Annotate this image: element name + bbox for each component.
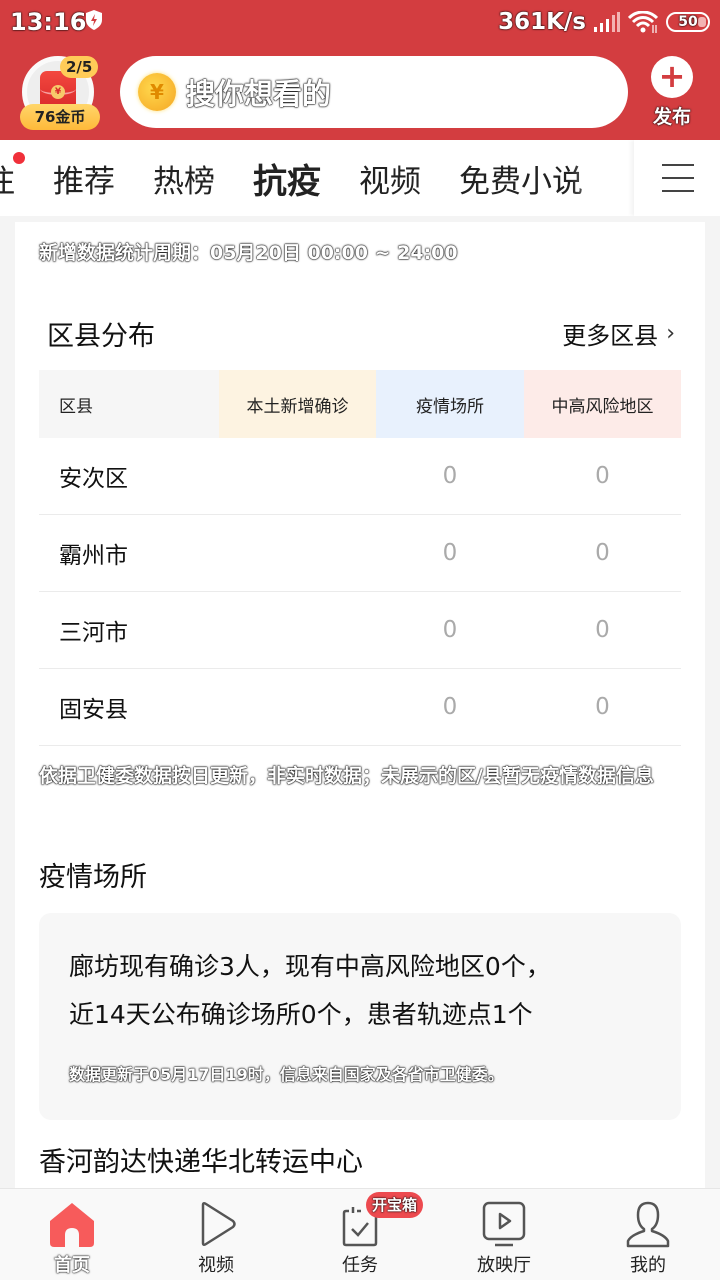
status-right: 361K/s 50 (498, 8, 710, 36)
nav-profile-label: 我的 (630, 1255, 666, 1276)
tab-anti-epidemic[interactable]: 抗疫 (253, 154, 321, 203)
cell-district: 固安县 (59, 697, 128, 723)
tab-recommend[interactable]: 推荐 (53, 156, 115, 201)
cell-risk-areas: 0 (595, 540, 610, 566)
play-icon (201, 1201, 236, 1247)
sites-section-title: 疫情场所 (39, 862, 147, 893)
header-sites: 疫情场所 (376, 370, 524, 438)
cell-risk-areas: 0 (595, 694, 610, 720)
wifi-icon (628, 11, 658, 33)
profile-icon (626, 1201, 670, 1248)
cell-district: 三河市 (59, 620, 128, 646)
table-row: 安次区 0 0 (39, 438, 681, 515)
header-risk-areas: 中高风险地区 (524, 370, 681, 438)
nav-video[interactable]: 视频 (144, 1189, 288, 1280)
red-envelope-widget[interactable]: ¥ 2/5 76金币 (20, 56, 100, 130)
task-progress-badge: 2/5 (60, 56, 99, 78)
header-district: 区县 (39, 370, 219, 438)
signal-icon (594, 12, 620, 32)
cell-sites: 0 (442, 463, 458, 489)
tabs-fade (570, 140, 634, 216)
status-time: 13:16 (10, 8, 87, 36)
theater-icon (482, 1201, 526, 1247)
tab-free-novel[interactable]: 免费小说 (459, 156, 583, 201)
notification-dot (13, 151, 25, 164)
tab-follow-label: 注 (0, 164, 15, 200)
cell-district: 安次区 (59, 466, 128, 492)
table-row: 固安县 0 0 (39, 669, 681, 746)
cell-sites: 0 (442, 540, 458, 566)
treasure-box-badge[interactable]: 开宝箱 (366, 1192, 424, 1218)
app-header: 13:16 361K/s 50 ¥ 2/5 76金币 ¥ 搜你想看的 + 发布 (0, 0, 720, 140)
more-districts-link[interactable]: 更多区县 › (562, 316, 675, 351)
cell-sites: 0 (442, 694, 458, 720)
nav-profile[interactable]: 我的 (576, 1189, 720, 1280)
nav-theater-label: 放映厅 (477, 1255, 531, 1276)
bottom-nav: 首页 视频 任务 放映厅 我的 (0, 1188, 720, 1280)
header-new-local: 本土新增确诊 (219, 370, 376, 438)
table-row: 霸州市 0 0 (39, 515, 681, 592)
envelope-seal: ¥ (51, 85, 65, 99)
nav-home-label: 首页 (54, 1255, 90, 1276)
cell-district: 霸州市 (59, 543, 128, 569)
nav-tasks-label: 任务 (342, 1255, 378, 1276)
battery-level: 50 (678, 14, 698, 30)
shield-icon (86, 10, 102, 30)
place-item[interactable]: 香河韵达快递华北转运中心 (39, 1140, 363, 1179)
update-note: 数据更新于05月17日19时，信息来自国家及各省市卫健委。 (69, 1065, 504, 1084)
search-input[interactable]: ¥ 搜你想看的 (120, 56, 628, 128)
summary-line-1: 廊坊现有确诊3人，现有中高风险地区0个， (69, 952, 551, 981)
publish-label: 发布 (652, 106, 691, 128)
sites-summary-box: 廊坊现有确诊3人，现有中高风险地区0个， 近14天公布确诊场所0个，患者轨迹点1… (39, 913, 681, 1120)
hamburger-icon (662, 164, 694, 192)
publish-button[interactable]: + 发布 (650, 56, 694, 132)
tab-hot[interactable]: 热榜 (153, 156, 215, 201)
nav-video-label: 视频 (198, 1255, 234, 1276)
battery-indicator: 50 (666, 12, 710, 32)
summary-line-2: 近14天公布确诊场所0个，患者轨迹点1个 (69, 1000, 533, 1029)
stats-period: 新增数据统计周期：05月20日 00:00 ~ 24:00 (39, 242, 458, 264)
nav-home[interactable]: 首页 (0, 1189, 144, 1280)
status-bar: 13:16 361K/s 50 (0, 0, 720, 46)
channel-tabs: 注 推荐 热榜 抗疫 视频 免费小说 (0, 140, 720, 216)
cell-risk-areas: 0 (595, 617, 610, 643)
plus-icon: + (651, 56, 693, 98)
cell-risk-areas: 0 (595, 463, 610, 489)
search-placeholder: 搜你想看的 (186, 77, 332, 111)
coin-balance-badge: 76金币 (20, 104, 100, 130)
epidemic-card: 新增数据统计周期：05月20日 00:00 ~ 24:00 区县分布 更多区县 … (15, 222, 705, 1188)
table-row: 三河市 0 0 (39, 592, 681, 669)
data-source-note: 依据卫健委数据按日更新，非实时数据；未展示的区/县暂无疫情数据信息 (39, 765, 654, 787)
home-icon (50, 1203, 94, 1247)
cell-sites: 0 (442, 617, 458, 643)
network-speed: 361K/s (498, 9, 586, 35)
nav-theater[interactable]: 放映厅 (432, 1189, 576, 1280)
tab-video[interactable]: 视频 (359, 156, 421, 201)
chevron-right-icon: › (666, 321, 675, 346)
table-header: 区县 本土新增确诊 疫情场所 中高风险地区 (39, 370, 681, 438)
sites-summary: 廊坊现有确诊3人，现有中高风险地区0个， 近14天公布确诊场所0个，患者轨迹点1… (69, 943, 659, 1039)
district-table: 区县 本土新增确诊 疫情场所 中高风险地区 安次区 0 0 霸州市 0 0 三河… (39, 370, 681, 746)
more-districts-label: 更多区县 (562, 322, 659, 350)
district-section-title: 区县分布 (47, 321, 155, 352)
channel-menu-button[interactable] (634, 140, 720, 216)
gold-coin-icon: ¥ (138, 73, 176, 111)
tab-follow[interactable]: 注 (0, 151, 25, 201)
